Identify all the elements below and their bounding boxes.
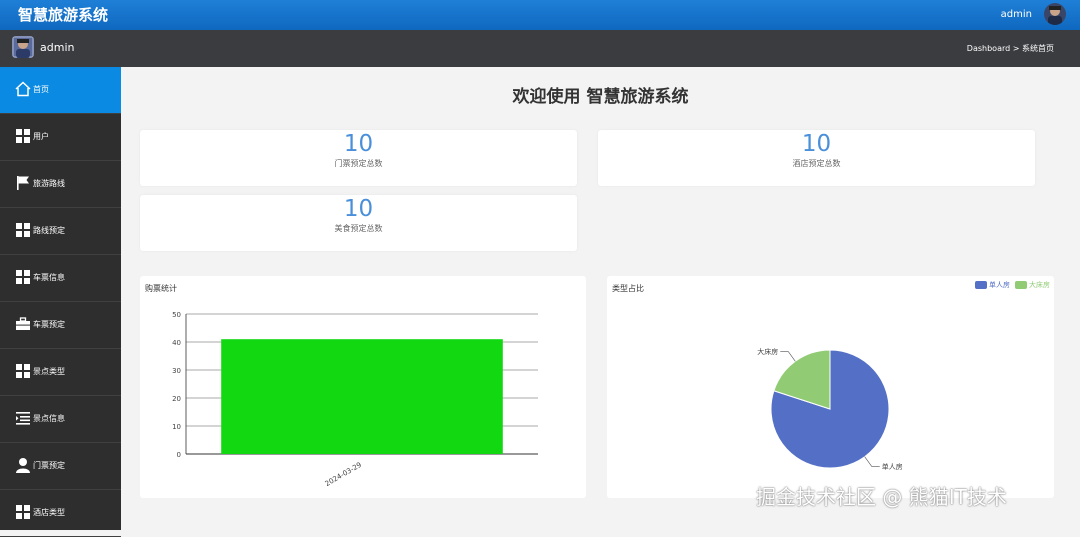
- home-icon: [15, 81, 31, 97]
- top-header-bar: 智慧旅游系统 admin: [0, 0, 1080, 30]
- stat-value: 10: [343, 131, 374, 157]
- sidebar-item-admission-booking[interactable]: 门票预定: [0, 443, 121, 490]
- stat-card-hotel-bookings: 10 酒店预定总数: [598, 130, 1035, 186]
- user-icon: [16, 458, 30, 473]
- bar[interactable]: [221, 339, 503, 454]
- sidebar-item-home[interactable]: 首页: [0, 67, 121, 114]
- stat-value: 10: [801, 131, 832, 157]
- sidebar-item-label: 景点信息: [33, 414, 65, 423]
- bar-chart-panel: 购票统计 0 10 20 30 40 50 2024-03-29: [140, 276, 586, 498]
- pie-chart: 单人房 大床房: [757, 347, 903, 471]
- stat-card-admission-bookings: 10 门票预定总数: [140, 130, 577, 186]
- sidebar-item-attraction-info[interactable]: 景点信息: [0, 396, 121, 443]
- y-tick-label: 0: [177, 451, 181, 459]
- stat-label: 酒店预定总数: [792, 159, 841, 168]
- sidebar-item-label: 路线预定: [33, 226, 65, 235]
- sidebar-item-label: 车票信息: [33, 273, 65, 282]
- y-tick-label: 30: [172, 367, 181, 375]
- y-tick-label: 40: [172, 339, 181, 347]
- stat-value: 10: [343, 196, 374, 222]
- header-avatar[interactable]: [1044, 3, 1066, 25]
- sidebar-item-users[interactable]: 用户: [0, 114, 121, 161]
- pie-slice-label: 单人房: [882, 462, 903, 471]
- sidebar-item-label: 旅游路线: [33, 179, 65, 188]
- sidebar-item-label: 用户: [33, 132, 49, 141]
- grid-icon: [16, 270, 30, 284]
- y-tick-label: 10: [172, 423, 181, 431]
- briefcase-icon: [16, 317, 30, 330]
- sidebar-nav: 首页 用户 旅游路线 路线预定 车票信息 车票预定 景点类型 景点信息 门票预定…: [0, 67, 121, 537]
- watermark-text: 掘金技术社区 @ 熊猫IT技术: [756, 485, 1007, 509]
- sidebar-item-tour-routes[interactable]: 旅游路线: [0, 161, 121, 208]
- avatar-image-icon: [1044, 3, 1066, 25]
- sidebar-username: admin: [40, 41, 75, 54]
- sidebar-item-label: 酒店类型: [33, 508, 65, 517]
- sidebar-item-label: 首页: [33, 85, 49, 94]
- sidebar-item-label: 车票预定: [33, 320, 65, 329]
- user-info-bar: admin Dashboard > 系统首页: [0, 30, 1080, 67]
- x-tick-label: 2024-03-29: [324, 461, 363, 488]
- y-tick-label: 50: [172, 311, 181, 319]
- grid-icon: [16, 129, 30, 143]
- grid-icon: [16, 223, 30, 237]
- header-username[interactable]: admin: [1001, 8, 1032, 22]
- pie-label-leader: [780, 351, 796, 362]
- stat-label: 美食预定总数: [334, 224, 383, 233]
- bar-chart: 0 10 20 30 40 50 2024-03-29: [172, 311, 538, 488]
- main-content: 欢迎使用 智慧旅游系统 10 门票预定总数 10 酒店预定总数 10 美食预定总…: [121, 67, 1080, 530]
- pie-slice-label: 大床房: [757, 347, 778, 356]
- sidebar-item-attraction-types[interactable]: 景点类型: [0, 349, 121, 396]
- sidebar-avatar: [12, 36, 34, 58]
- stat-label: 门票预定总数: [334, 159, 383, 168]
- app-title: 智慧旅游系统: [18, 6, 109, 24]
- avatar-image-icon: [12, 36, 34, 58]
- pie-label-leader: [864, 456, 880, 467]
- grid-icon: [16, 364, 30, 378]
- grid-icon: [16, 505, 30, 519]
- pie-chart-panel: 类型占比 单人房 大床房 单人房 大床房: [607, 276, 1054, 498]
- sidebar-item-label: 景点类型: [33, 367, 65, 376]
- breadcrumb[interactable]: Dashboard > 系统首页: [967, 43, 1054, 55]
- sidebar-item-route-booking[interactable]: 路线预定: [0, 208, 121, 255]
- sidebar-item-ticket-info[interactable]: 车票信息: [0, 255, 121, 302]
- sidebar-item-label: 门票预定: [33, 461, 65, 470]
- page-title: 欢迎使用 智慧旅游系统: [512, 87, 689, 107]
- y-tick-label: 20: [172, 395, 181, 403]
- sidebar-item-ticket-booking[interactable]: 车票预定: [0, 302, 121, 349]
- list-indent-icon: [16, 412, 30, 425]
- flag-icon: [17, 176, 29, 190]
- stat-card-food-bookings: 10 美食预定总数: [140, 195, 577, 251]
